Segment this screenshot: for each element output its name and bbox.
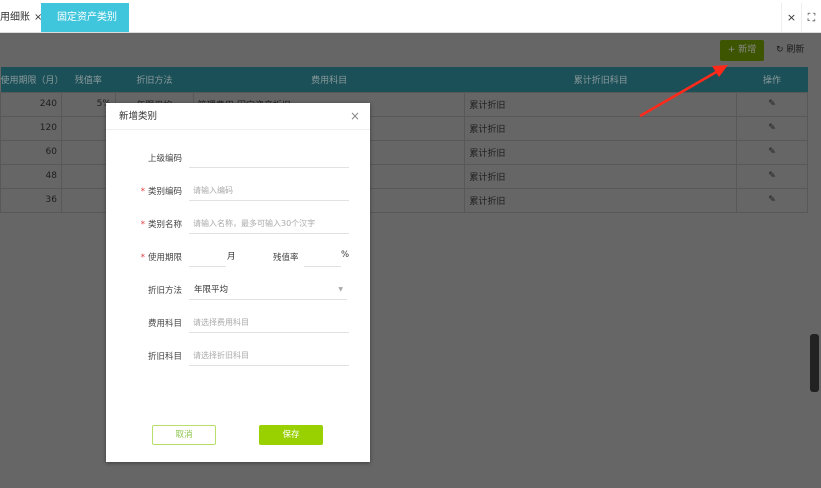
save-button[interactable]: 保存 [259,425,323,445]
residual-label: 残值率 [273,253,299,263]
field-label: 上级编码 [147,154,182,164]
dialog-title: 新增类别 [106,103,370,130]
add-category-dialog: 新增类别 × 上级编码 *类别编码 *类别名称 *使用期限 月 残值率 % 折旧… [106,103,370,462]
field-label: * 类别编码 [141,185,182,197]
tab-asset-category[interactable]: 固定资产类别× [41,3,129,52]
label-text: 使用期限 [147,253,182,263]
required-mark: * [140,253,145,263]
fullscreen-icon[interactable]: ⛶ [801,3,821,32]
label-text: 类别名称 [147,220,182,230]
close-icon[interactable]: × [350,103,360,130]
cell-months: 48 [0,163,62,189]
expense-row: 费用科目 [106,313,370,333]
field-label: * 类别名称 [141,218,182,230]
cell-accum: 累计折旧 [464,115,738,141]
edit-icon[interactable]: ✎ [736,139,808,165]
edit-icon[interactable]: ✎ [736,115,808,141]
add-button[interactable]: + 新增 [720,40,764,61]
parent-code-input[interactable] [189,148,349,168]
tab-label: 用细账 [0,12,30,23]
depreciation-account-input[interactable] [189,346,349,366]
cancel-button[interactable]: 取消 [152,425,216,445]
life-input[interactable] [189,247,226,267]
expense-account-input[interactable] [189,313,349,333]
tab-bar: 用细账× 固定资产类别× × ⛶ [0,0,821,52]
edit-icon[interactable]: ✎ [736,187,808,213]
field-label: * 使用期限 [141,251,182,263]
name-row: * 类别名称 [106,214,370,234]
col-header: 折旧方法 [115,67,194,92]
tab-label: 固定资产类别 [57,12,117,23]
required-mark: * [140,220,145,230]
method-select[interactable]: 年限平均 ▼ [189,280,347,300]
unit-month: 月 [227,252,236,262]
col-header: 使用期限（月） [0,67,64,92]
name-input[interactable] [189,214,349,234]
chevron-down-icon: ▼ [338,286,343,293]
residual-input[interactable] [304,247,341,267]
edit-icon[interactable]: ✎ [736,91,808,117]
cell-months: 60 [0,139,62,165]
cell-accum: 累计折旧 [464,187,738,213]
field-label: 折旧方法 [147,286,182,296]
cell-accum: 累计折旧 [464,163,738,189]
parent-code-row: 上级编码 [106,148,370,168]
code-input[interactable] [189,181,349,201]
cell-months: 36 [0,187,62,213]
col-header: 残值率 [61,67,116,92]
required-mark: * [140,187,145,197]
close-all-icon[interactable]: × [781,3,801,32]
accum-row: 折旧科目 [106,346,370,366]
col-header: 累计折旧科目 [464,67,737,92]
method-row: 折旧方法 年限平均 ▼ [106,280,370,300]
scrollbar[interactable] [810,334,819,392]
field-label: 费用科目 [147,319,182,329]
life-row: * 使用期限 月 残值率 % [106,247,370,267]
unit-percent: % [341,250,350,260]
method-value: 年限平均 [194,285,229,295]
refresh-button[interactable]: ↻ 刷新 [776,40,804,61]
cell-months: 120 [0,115,62,141]
field-label: 折旧科目 [147,352,182,362]
cell-accum: 累计折旧 [464,139,738,165]
cell-accum: 累计折旧 [464,91,738,117]
code-row: * 类别编码 [106,181,370,201]
col-header: 费用科目 [193,67,465,92]
label-text: 类别编码 [147,187,182,197]
cell-months: 240 [0,91,62,117]
edit-icon[interactable]: ✎ [736,163,808,189]
col-header: 操作 [736,67,808,92]
